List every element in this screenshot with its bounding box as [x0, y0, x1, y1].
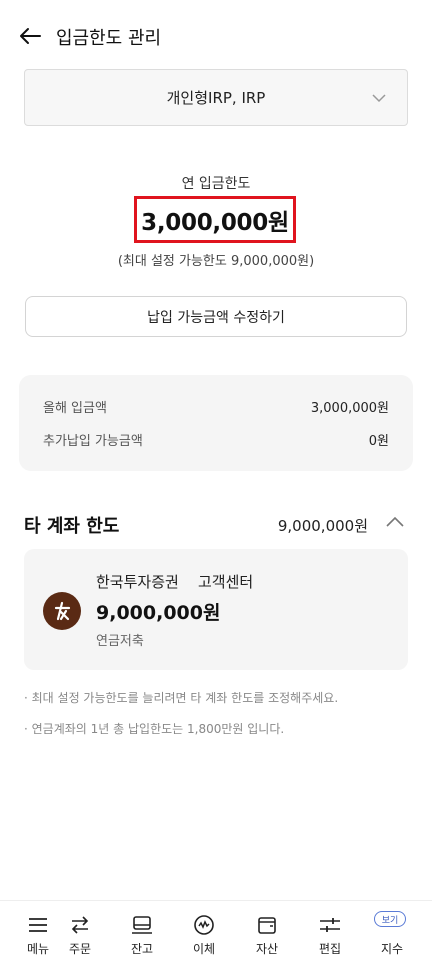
summary-label: 올해 입금액 — [43, 401, 107, 416]
tab-assets[interactable]: 자산 — [243, 913, 291, 961]
broker-amount: 9,000,000원 — [96, 602, 221, 624]
chevron-down-icon — [372, 94, 386, 103]
broker-product: 연금저축 — [96, 634, 144, 649]
tab-label: 메뉴 — [26, 942, 50, 956]
order-arrows-icon — [71, 916, 89, 934]
tab-label: 이체 — [192, 942, 216, 956]
tab-menu[interactable]: 메뉴 — [14, 913, 62, 961]
chevron-up-icon[interactable] — [386, 516, 404, 528]
summary-value: 3,000,000원 — [310, 401, 389, 416]
section-total: 9,000,000원 — [277, 517, 368, 535]
tab-label: 지수 — [380, 942, 404, 956]
broker-logo-icon — [43, 592, 81, 630]
limit-amount: 3,000,000원 — [141, 209, 289, 236]
wallet-icon — [258, 917, 276, 934]
tab-label: 편집 — [318, 942, 342, 956]
tab-transfer[interactable]: 이체 — [180, 913, 228, 961]
tab-label: 잔고 — [130, 942, 154, 956]
limit-max-note: (최대 설정 가능한도 9,000,000원) — [117, 254, 315, 269]
tab-label: 자산 — [255, 942, 279, 956]
summary-row: 올해 입금액 3,000,000원 — [43, 397, 389, 416]
edit-sliders-icon — [320, 918, 340, 932]
limit-caption: 연 입금한도 — [181, 176, 251, 192]
summary-value: 0원 — [368, 434, 389, 449]
app-header: 입금한도 관리 — [0, 0, 432, 70]
other-account-card: 한국투자증권 고객센터 9,000,000원 연금저축 — [24, 549, 408, 670]
transfer-icon — [194, 915, 214, 935]
page-title: 입금한도 관리 — [56, 28, 162, 49]
index-badge-icon: 보기 — [374, 911, 406, 927]
tab-index[interactable]: 보기 지수 — [368, 911, 416, 961]
tab-order[interactable]: 주문 — [56, 913, 104, 961]
tab-edit[interactable]: 편집 — [306, 913, 354, 961]
tab-balance[interactable]: 잔고 — [118, 913, 166, 961]
summary-label: 추가납입 가능금액 — [43, 434, 143, 449]
menu-icon — [29, 918, 47, 932]
other-accounts-header[interactable]: 타 계좌 한도 9,000,000원 — [24, 512, 408, 538]
section-title: 타 계좌 한도 — [24, 516, 120, 537]
summary-row: 추가납입 가능금액 0원 — [43, 430, 389, 449]
account-dropdown[interactable]: 개인형IRP, IRP — [24, 69, 408, 126]
broker-name: 한국투자증권 — [96, 573, 179, 591]
note-text: · 최대 설정 가능한도를 늘리려면 타 계좌 한도를 조정해주세요. — [24, 691, 339, 705]
balance-icon — [132, 916, 152, 934]
back-arrow-icon — [20, 28, 41, 44]
note-text: · 연금계좌의 1년 총 납입한도는 1,800만원 입니다. — [24, 722, 285, 736]
bottom-tab-bar: 메뉴 주문 잔고 이체 자산 편집 보기 지수 — [0, 900, 432, 968]
back-button[interactable] — [16, 22, 44, 50]
summary-card: 올해 입금액 3,000,000원 추가납입 가능금액 0원 — [19, 375, 413, 471]
account-dropdown-value: 개인형IRP, IRP — [166, 89, 266, 107]
limit-amount-highlight: 3,000,000원 — [134, 196, 296, 243]
tab-label: 주문 — [68, 942, 92, 956]
edit-limit-button[interactable]: 납입 가능금액 수정하기 — [25, 296, 407, 337]
customer-center-link[interactable]: 고객센터 — [198, 571, 253, 592]
